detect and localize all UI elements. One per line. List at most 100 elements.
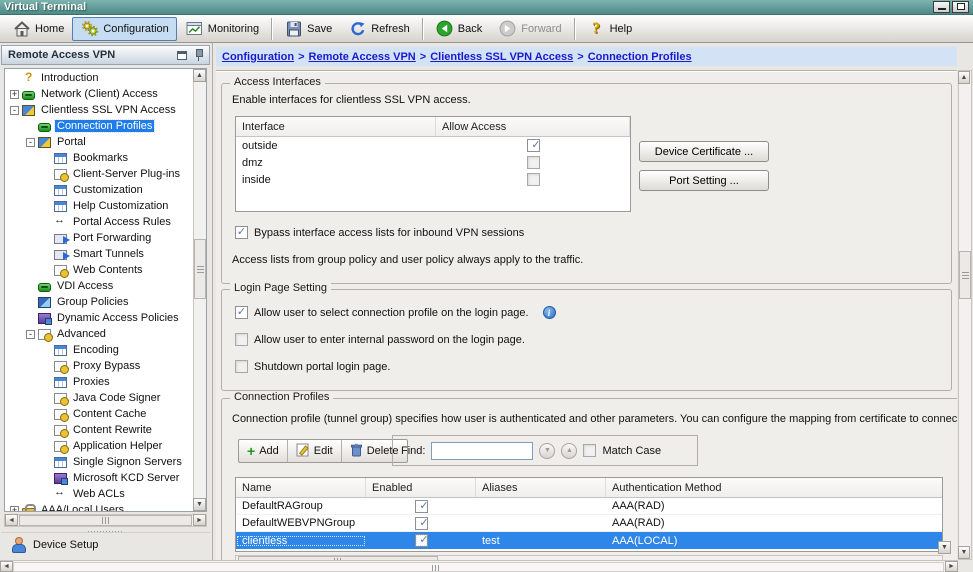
tree-item[interactable]: Application Helper bbox=[5, 438, 193, 454]
profile-row-defaultragroup[interactable]: DefaultRAGroup AAA(RAD) bbox=[236, 498, 942, 515]
tree-item[interactable]: Single Signon Servers bbox=[5, 454, 193, 470]
port-setting-button[interactable]: Port Setting ... bbox=[639, 170, 769, 191]
tree-item[interactable]: Smart Tunnels bbox=[5, 246, 193, 262]
scroll-left-button[interactable] bbox=[0, 561, 13, 572]
breadcrumb-link-configuration[interactable]: Configuration bbox=[222, 51, 294, 63]
tree-item[interactable]: Proxy Bypass bbox=[5, 358, 193, 374]
scroll-up-button[interactable] bbox=[958, 71, 970, 84]
tree-item[interactable]: Microsoft KCD Server bbox=[5, 470, 193, 486]
tree-horizontal-scrollbar[interactable] bbox=[4, 514, 207, 527]
shutdown-portal-checkbox[interactable] bbox=[235, 360, 248, 373]
table-row-dmz[interactable]: dmz bbox=[236, 154, 630, 171]
title-bar[interactable]: Virtual Terminal bbox=[0, 0, 973, 15]
tree-item[interactable]: -Portal bbox=[5, 134, 193, 150]
breadcrumb-link-connection-profiles[interactable]: Connection Profiles bbox=[588, 51, 692, 63]
tree-item[interactable]: Content Cache bbox=[5, 406, 193, 422]
find-previous-button[interactable] bbox=[561, 443, 577, 459]
undock-panel-icon[interactable] bbox=[177, 51, 187, 60]
tree-item[interactable]: Help Customization bbox=[5, 198, 193, 214]
expander-icon bbox=[41, 345, 52, 356]
bypass-acl-checkbox[interactable] bbox=[235, 226, 248, 239]
enabled-checkbox[interactable] bbox=[415, 500, 428, 513]
toolbar-configuration-button[interactable]: Configuration bbox=[72, 17, 176, 41]
tree-item[interactable]: VDI Access bbox=[5, 278, 193, 294]
expander-icon[interactable]: - bbox=[26, 330, 35, 339]
scroll-thumb[interactable] bbox=[959, 251, 971, 299]
profile-row-clientless[interactable]: clientless test AAA(LOCAL) bbox=[236, 532, 942, 549]
allow-access-checkbox[interactable] bbox=[527, 173, 540, 186]
scroll-up-button[interactable] bbox=[193, 69, 206, 82]
expander-icon[interactable]: - bbox=[26, 138, 35, 147]
toolbar-save-button[interactable]: Save bbox=[276, 17, 340, 41]
tree-item[interactable]: Portal Access Rules bbox=[5, 214, 193, 230]
breadcrumb-link-clientless-ssl-vpn[interactable]: Clientless SSL VPN Access bbox=[430, 51, 573, 63]
select-profile-checkbox[interactable] bbox=[235, 306, 248, 319]
find-next-button[interactable] bbox=[539, 443, 555, 459]
tree-item[interactable]: Java Code Signer bbox=[5, 390, 193, 406]
toolbar-home-button[interactable]: Home bbox=[4, 17, 72, 41]
allow-access-checkbox[interactable] bbox=[527, 139, 540, 152]
tree-item-label: Web ACLs bbox=[71, 488, 127, 500]
toolbar-refresh-button[interactable]: Refresh bbox=[340, 17, 418, 41]
tree-item[interactable]: Proxies bbox=[5, 374, 193, 390]
tree-item[interactable]: Client-Server Plug-ins bbox=[5, 166, 193, 182]
pin-icon[interactable] bbox=[194, 49, 203, 61]
vpn-navigation-tree: Introduction +Network (Client) Access -C… bbox=[4, 68, 207, 512]
tree-item-connection-profiles[interactable]: Connection Profiles bbox=[5, 118, 193, 134]
tree-item[interactable]: Port Forwarding bbox=[5, 230, 193, 246]
profiles-table-scroll-down-button[interactable] bbox=[938, 541, 951, 554]
scroll-left-button[interactable] bbox=[5, 514, 18, 526]
tree-item[interactable]: Group Policies bbox=[5, 294, 193, 310]
scroll-thumb[interactable] bbox=[19, 515, 192, 526]
internal-password-checkbox[interactable] bbox=[235, 333, 248, 346]
minimize-button[interactable] bbox=[933, 1, 950, 13]
info-icon[interactable] bbox=[543, 306, 556, 319]
tree-item[interactable]: Dynamic Access Policies bbox=[5, 310, 193, 326]
enabled-checkbox[interactable] bbox=[415, 534, 428, 547]
toolbar-back-button[interactable]: Back bbox=[427, 17, 490, 41]
scroll-down-button[interactable] bbox=[193, 498, 206, 511]
window-horizontal-scrollbar[interactable] bbox=[0, 560, 958, 572]
scroll-thumb[interactable] bbox=[13, 562, 944, 572]
tree-vertical-scrollbar[interactable] bbox=[193, 69, 206, 511]
tree-item[interactable]: -Advanced bbox=[5, 326, 193, 342]
enabled-checkbox[interactable] bbox=[415, 517, 428, 530]
tree-item[interactable]: Web Contents bbox=[5, 262, 193, 278]
expander-icon[interactable]: + bbox=[10, 506, 19, 512]
tree-item[interactable]: Bookmarks bbox=[5, 150, 193, 166]
tree-item[interactable]: -Clientless SSL VPN Access bbox=[5, 102, 193, 118]
expander-icon[interactable]: - bbox=[10, 106, 19, 115]
tree-item[interactable]: Customization bbox=[5, 182, 193, 198]
toolbar-monitoring-button[interactable]: Monitoring bbox=[177, 17, 267, 41]
toolbar-forward-button[interactable]: Forward bbox=[490, 17, 569, 41]
tree-item[interactable]: Web ACLs bbox=[5, 486, 193, 502]
table-row-inside[interactable]: inside bbox=[236, 171, 630, 188]
expander-icon[interactable]: + bbox=[10, 90, 19, 99]
device-setup-button[interactable]: Device Setup bbox=[1, 532, 210, 556]
tree-item[interactable]: +AAA/Local Users bbox=[5, 502, 193, 511]
tree-item[interactable]: Introduction bbox=[5, 70, 193, 86]
content-vertical-scrollbar[interactable] bbox=[958, 70, 972, 560]
tree-item[interactable]: +Network (Client) Access bbox=[5, 86, 193, 102]
scroll-thumb[interactable] bbox=[194, 239, 206, 299]
tree-item[interactable]: Content Rewrite bbox=[5, 422, 193, 438]
table-icon bbox=[54, 377, 67, 388]
scroll-right-button[interactable] bbox=[945, 561, 958, 572]
find-input[interactable] bbox=[431, 442, 533, 460]
edit-button[interactable]: Edit bbox=[288, 440, 342, 462]
toolbar-help-button[interactable]: ? Help bbox=[579, 17, 641, 41]
table-row-outside[interactable]: outside bbox=[236, 137, 630, 154]
window-title: Virtual Terminal bbox=[4, 1, 86, 13]
breadcrumb-link-remote-access-vpn[interactable]: Remote Access VPN bbox=[309, 51, 416, 63]
scroll-right-button[interactable] bbox=[193, 514, 206, 526]
device-certificate-button[interactable]: Device Certificate ... bbox=[639, 141, 769, 162]
access-interfaces-group: Access Interfaces Enable interfaces for … bbox=[221, 83, 952, 284]
expander-icon bbox=[41, 473, 52, 484]
add-button[interactable]: +Add bbox=[239, 440, 288, 462]
allow-access-checkbox[interactable] bbox=[527, 156, 540, 169]
match-case-checkbox[interactable] bbox=[583, 444, 596, 457]
tree-item[interactable]: Encoding bbox=[5, 342, 193, 358]
restore-button[interactable] bbox=[952, 1, 969, 13]
profile-row-defaultwebvpngroup[interactable]: DefaultWEBVPNGroup AAA(RAD) bbox=[236, 515, 942, 532]
scroll-down-button[interactable] bbox=[958, 546, 970, 559]
